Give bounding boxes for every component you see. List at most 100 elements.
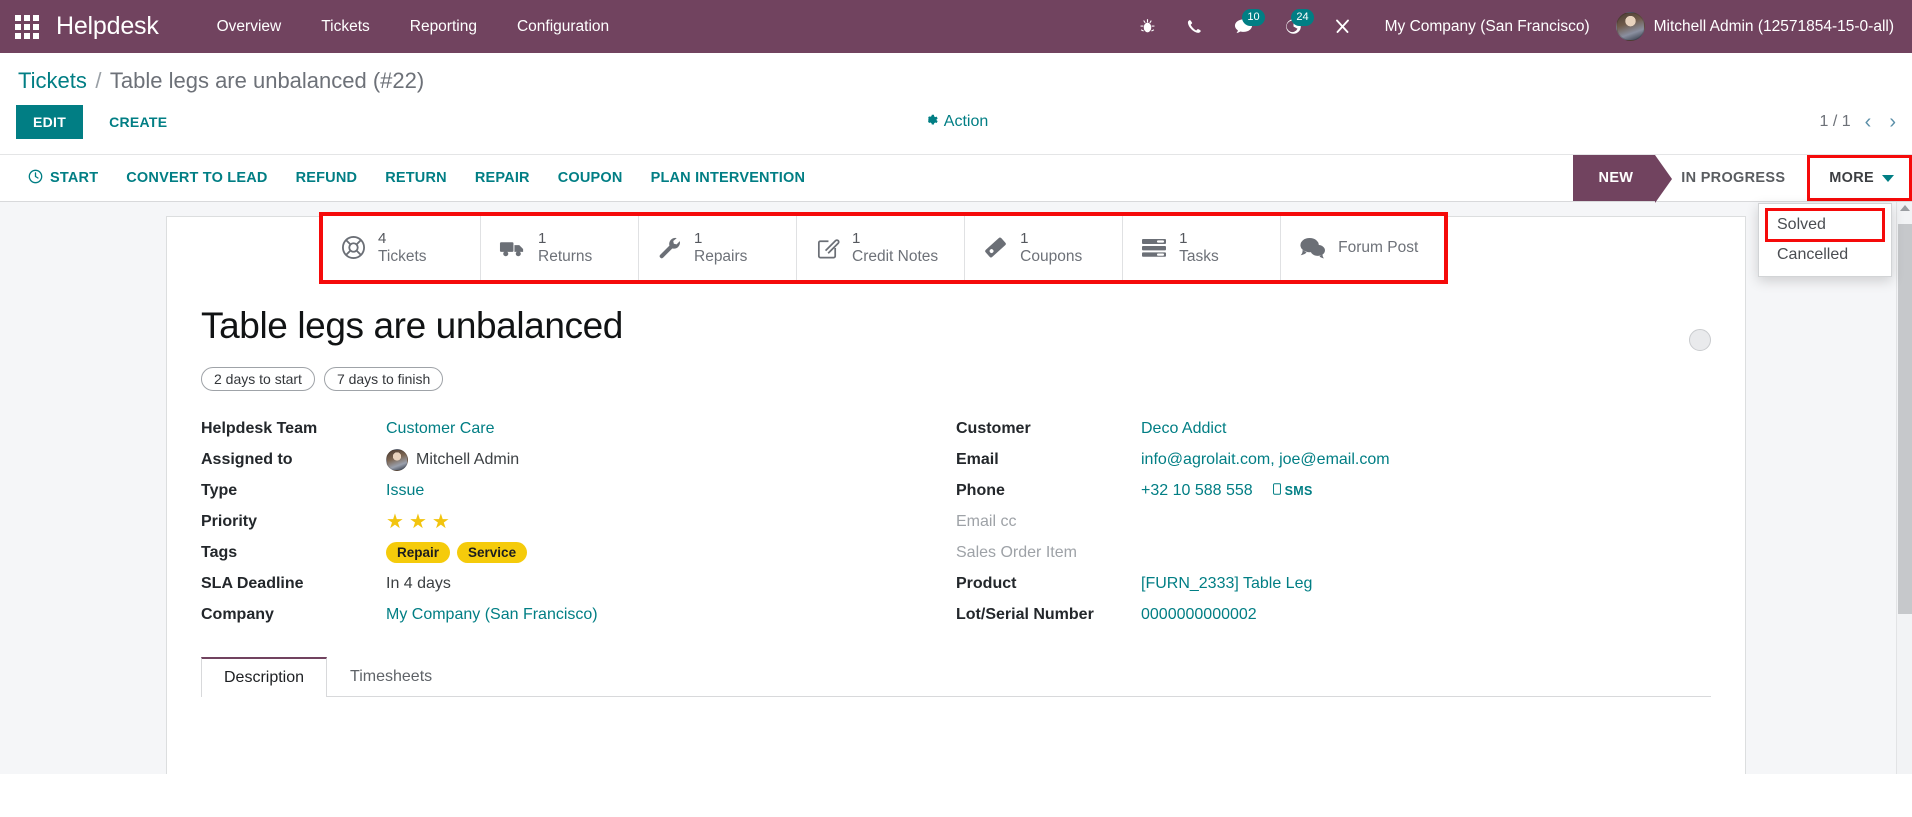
- activities-clock-icon[interactable]: 24: [1269, 0, 1318, 53]
- send-sms-button[interactable]: SMS: [1272, 483, 1313, 498]
- field-phone-value[interactable]: +32 10 588 558: [1141, 482, 1253, 500]
- app-brand-helpdesk[interactable]: Helpdesk: [56, 12, 159, 41]
- company-switcher[interactable]: My Company (San Francisco): [1367, 0, 1608, 53]
- kanban-state-indicator[interactable]: [1689, 329, 1711, 351]
- field-assigned-to: Assigned to Mitchell Admin: [201, 444, 916, 475]
- wrench-icon: [657, 235, 682, 260]
- field-company-label: Company: [201, 605, 274, 623]
- field-sales-order-item: Sales Order Item: [956, 537, 1671, 568]
- stage-more-dropdown-menu: Solved Cancelled: [1758, 203, 1892, 277]
- edit-document-icon: [815, 235, 840, 260]
- return-button[interactable]: RETURN: [371, 164, 461, 192]
- tag-repair[interactable]: Repair: [386, 542, 451, 563]
- create-button[interactable]: CREATE: [93, 104, 183, 140]
- stage-in-progress-label: IN PROGRESS: [1681, 170, 1786, 186]
- sla-pill-group: 2 days to start 7 days to finish: [201, 367, 1711, 391]
- stage-more-dropdown-button[interactable]: MORE: [1807, 155, 1912, 201]
- convert-to-lead-button[interactable]: CONVERT TO LEAD: [112, 164, 281, 192]
- coupon-button[interactable]: COUPON: [544, 164, 637, 192]
- stage-new-label: NEW: [1598, 170, 1634, 186]
- breadcrumb-separator: /: [95, 68, 102, 93]
- smart-button-repairs[interactable]: 1 Repairs: [639, 216, 797, 280]
- edit-button[interactable]: EDIT: [16, 105, 84, 139]
- star-icon[interactable]: ★: [386, 512, 404, 532]
- tab-timesheets[interactable]: Timesheets: [327, 657, 455, 697]
- menu-item-configuration[interactable]: Configuration: [497, 0, 629, 53]
- smart-button-tasks-value: 1: [1179, 230, 1188, 247]
- smart-button-tickets-value: 4: [378, 230, 387, 247]
- star-icon[interactable]: ★: [409, 512, 427, 532]
- menu-item-overview[interactable]: Overview: [197, 0, 302, 53]
- field-assigned-to-value[interactable]: Mitchell Admin: [416, 451, 519, 469]
- field-customer-value[interactable]: Deco Addict: [1141, 420, 1226, 438]
- star-icon[interactable]: ★: [432, 512, 450, 532]
- repair-button[interactable]: REPAIR: [461, 164, 544, 192]
- tag-service[interactable]: Service: [457, 542, 528, 563]
- user-menu[interactable]: Mitchell Admin (12571854-15-0-all): [1608, 0, 1912, 53]
- field-tags-label: Tags: [201, 543, 238, 561]
- field-lot-serial-number-value[interactable]: 0000000000002: [1141, 606, 1257, 624]
- smart-button-returns[interactable]: 1 Returns: [481, 216, 639, 280]
- dropdown-item-solved[interactable]: Solved: [1765, 208, 1885, 242]
- ticket-tag-icon: [983, 235, 1008, 260]
- field-product-value[interactable]: [FURN_2333] Table Leg: [1141, 575, 1312, 593]
- field-email: Email info@agrolait.com, joe@email.com: [956, 444, 1671, 475]
- tab-description[interactable]: Description: [201, 657, 328, 697]
- stage-in-progress[interactable]: IN PROGRESS: [1655, 155, 1824, 202]
- smart-button-repairs-value: 1: [694, 230, 703, 247]
- priority-stars[interactable]: ★ ★ ★: [386, 512, 450, 532]
- actions-row: EDIT CREATE Action 1 / 1 ‹ ›: [16, 104, 1896, 154]
- pager-next-button[interactable]: ›: [1889, 112, 1896, 132]
- send-sms-label: SMS: [1284, 483, 1313, 498]
- field-helpdesk-team-value[interactable]: Customer Care: [386, 420, 494, 438]
- field-email-value[interactable]: info@agrolait.com, joe@email.com: [1141, 451, 1390, 469]
- breadcrumb-root-tickets[interactable]: Tickets: [18, 68, 87, 93]
- messages-icon[interactable]: 10: [1218, 0, 1269, 53]
- menu-item-reporting[interactable]: Reporting: [390, 0, 497, 53]
- field-sales-order-item-label: Sales Order Item: [956, 543, 1077, 561]
- form-view-background: 4 Tickets 1 Returns 1 Repairs 1 Credit N…: [0, 202, 1912, 774]
- smart-button-tasks-label: Tasks: [1179, 247, 1219, 265]
- scrollbar-thumb[interactable]: [1898, 224, 1912, 614]
- field-assigned-to-label: Assigned to: [201, 450, 293, 468]
- stage-new[interactable]: NEW: [1572, 155, 1673, 203]
- vertical-scrollbar[interactable]: [1896, 202, 1912, 774]
- chevron-down-icon: [1882, 174, 1894, 182]
- field-email-label: Email: [956, 450, 999, 468]
- smart-button-forum-post[interactable]: Forum Post: [1281, 216, 1445, 280]
- smart-button-tasks[interactable]: 1 Tasks: [1123, 216, 1282, 280]
- smart-button-coupons-label: Coupons: [1020, 247, 1083, 265]
- smart-button-coupons[interactable]: 1 Coupons: [965, 216, 1124, 280]
- smart-button-credit-notes[interactable]: 1 Credit Notes: [797, 216, 966, 280]
- refund-button[interactable]: REFUND: [282, 164, 372, 192]
- apps-grid-icon[interactable]: [14, 14, 40, 40]
- field-email-cc-label: Email cc: [956, 512, 1017, 530]
- phone-icon[interactable]: [1171, 0, 1218, 53]
- smart-button-tickets[interactable]: 4 Tickets: [323, 216, 481, 280]
- field-phone: Phone +32 10 588 558 SMS: [956, 475, 1671, 506]
- field-customer-label: Customer: [956, 419, 1031, 437]
- pager-previous-button[interactable]: ‹: [1865, 112, 1872, 132]
- field-type-label: Type: [201, 481, 238, 499]
- field-company: Company My Company (San Francisco): [201, 599, 916, 630]
- action-menu-button[interactable]: Action: [924, 113, 988, 132]
- field-tags: Tags Repair Service: [201, 537, 916, 568]
- bug-icon[interactable]: [1124, 0, 1171, 53]
- field-customer: Customer Deco Addict: [956, 413, 1671, 444]
- field-type-value[interactable]: Issue: [386, 482, 424, 500]
- scroll-up-arrow-icon[interactable]: [1900, 205, 1910, 211]
- stage-arrow-icon: [1655, 155, 1673, 203]
- tools-icon[interactable]: [1318, 0, 1367, 53]
- smart-button-coupons-value: 1: [1020, 230, 1029, 247]
- start-button[interactable]: START: [14, 163, 112, 194]
- dropdown-item-cancelled[interactable]: Cancelled: [1759, 240, 1891, 270]
- form-column-right: Customer Deco Addict Email info@agrolait…: [956, 413, 1711, 630]
- comments-icon: [1299, 236, 1326, 259]
- field-sla-deadline-label: SLA Deadline: [201, 574, 304, 592]
- notebook: Description Timesheets: [201, 656, 1711, 697]
- plan-intervention-button[interactable]: PLAN INTERVENTION: [637, 164, 820, 192]
- pager-count: 1 / 1: [1819, 113, 1851, 130]
- smart-button-returns-value: 1: [538, 230, 547, 247]
- field-company-value[interactable]: My Company (San Francisco): [386, 606, 598, 624]
- menu-item-tickets[interactable]: Tickets: [301, 0, 390, 53]
